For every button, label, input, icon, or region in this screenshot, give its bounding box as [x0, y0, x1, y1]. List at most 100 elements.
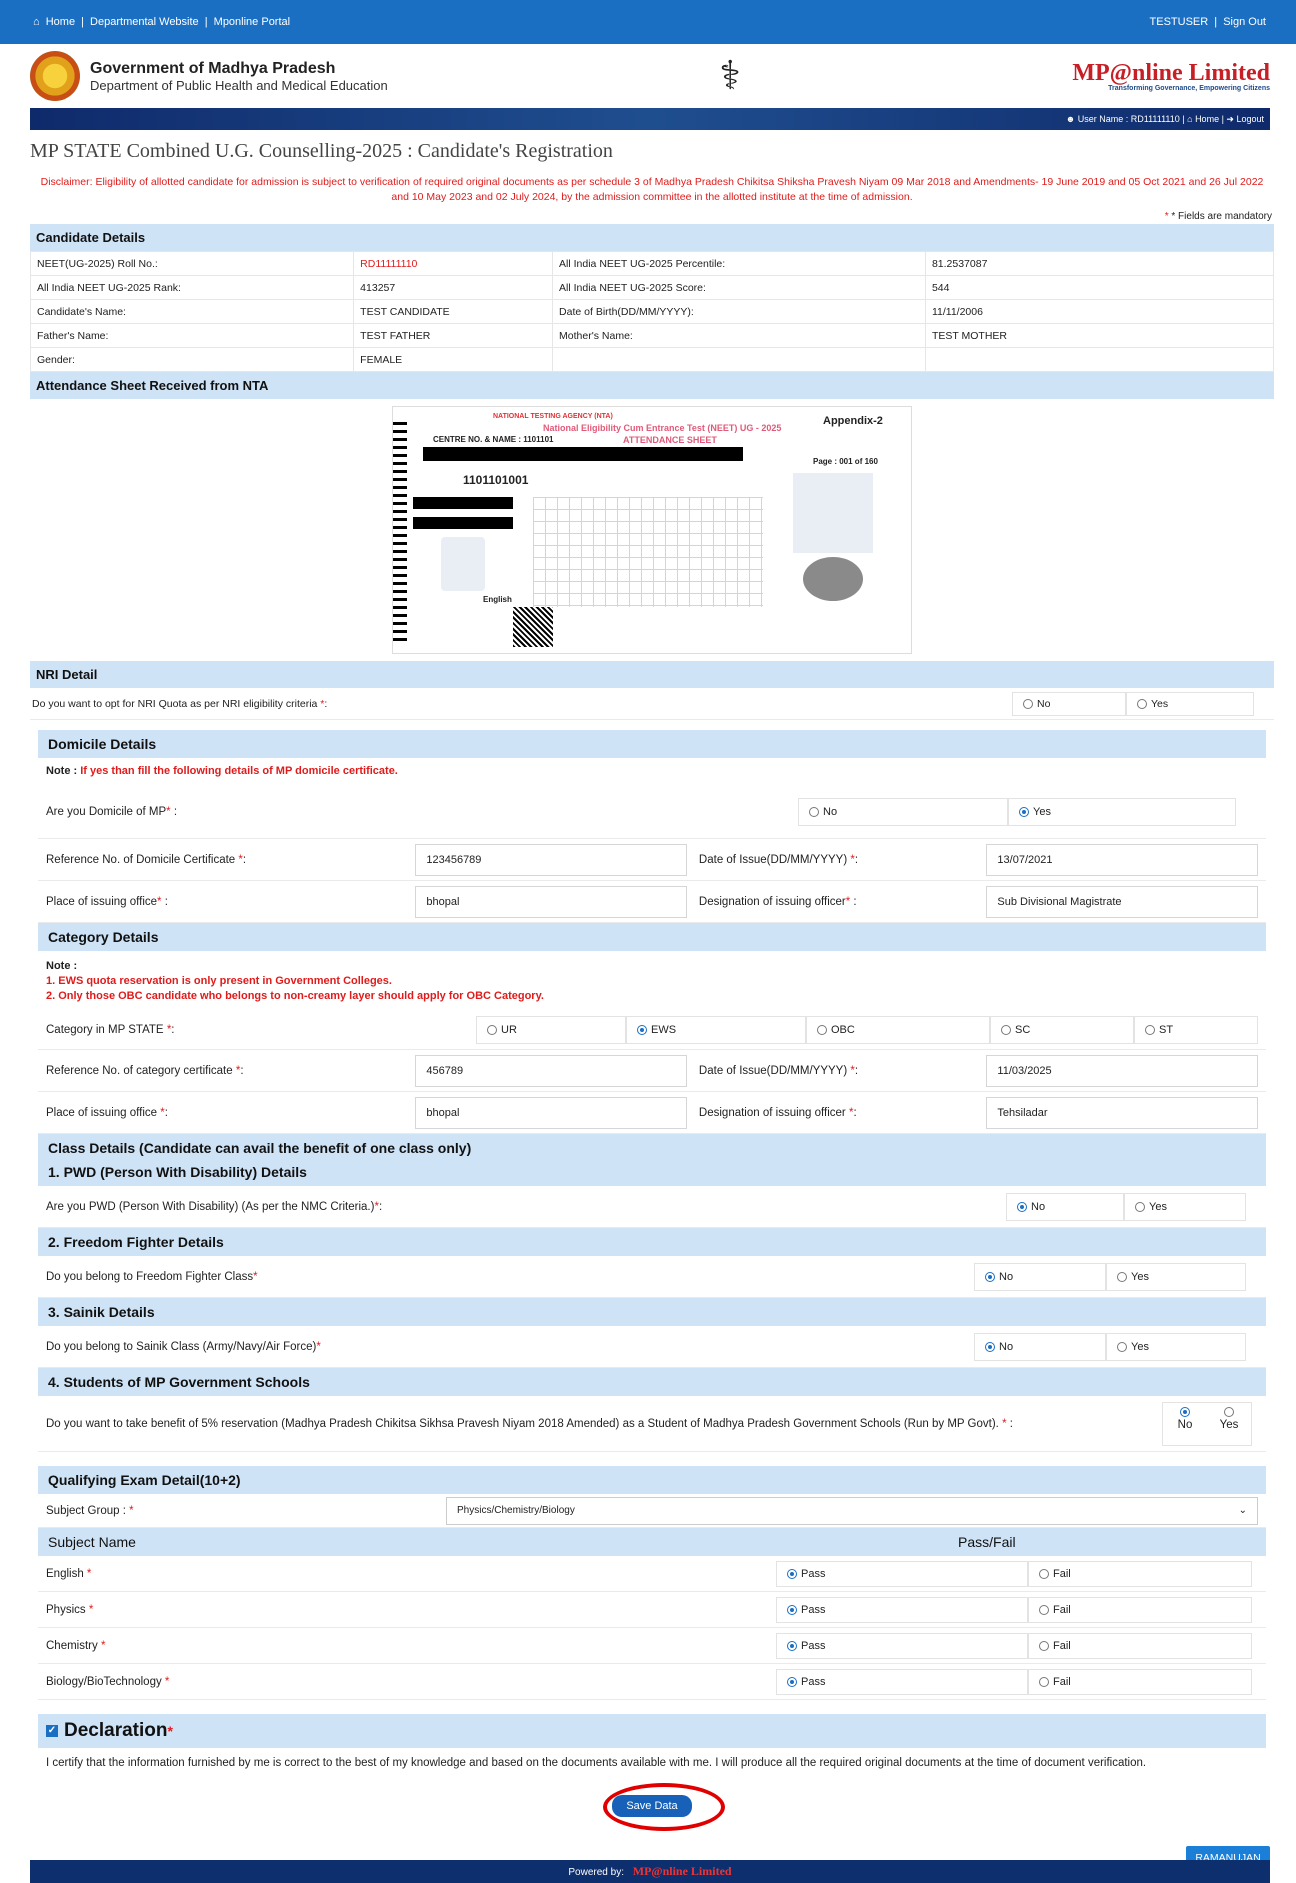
- ff-yes-radio[interactable]: [1117, 1271, 1127, 1282]
- nri-no-option[interactable]: No: [1012, 691, 1126, 716]
- sign-out-link[interactable]: Sign Out: [1223, 16, 1266, 28]
- domicile-heading: Domicile Details: [38, 730, 1266, 758]
- candidate-cell: TEST CANDIDATE: [353, 299, 554, 324]
- pass-option[interactable]: Pass: [776, 1596, 1028, 1623]
- category-option-sc[interactable]: SC: [990, 1015, 1134, 1044]
- domicile-date-input[interactable]: 13/07/2021: [986, 843, 1258, 876]
- domicile-place-row: Place of issuing office* : bhopal Design…: [38, 881, 1266, 923]
- home-nav-link[interactable]: Home: [1195, 114, 1219, 124]
- home-icon: ⌂: [33, 16, 40, 28]
- domicile-designation-input[interactable]: Sub Divisional Magistrate: [986, 885, 1258, 918]
- fail-option[interactable]: Fail: [1028, 1632, 1252, 1659]
- candidate-cell: All India NEET UG-2025 Rank:: [29, 275, 355, 300]
- subject-name: Biology/BioTechnology: [46, 1675, 162, 1688]
- ff-no-option[interactable]: No: [974, 1262, 1106, 1291]
- category-option-obc[interactable]: OBC: [806, 1015, 990, 1044]
- domicile-note: Note : If yes than fill the following de…: [46, 765, 398, 777]
- category-designation-input[interactable]: Tehsiladar: [986, 1096, 1258, 1129]
- sainik-yes-radio[interactable]: [1117, 1341, 1127, 1352]
- fail-option[interactable]: Fail: [1028, 1668, 1252, 1695]
- govt-no-option[interactable]: No: [1163, 1403, 1207, 1445]
- candidate-row: NEET(UG-2025) Roll No.: RD11111110 All Ind…: [29, 251, 1275, 276]
- pass-radio[interactable]: [787, 1568, 797, 1579]
- subject-row: Biology/BioTechnology * Pass Fail: [38, 1664, 1266, 1700]
- domicile-place-input[interactable]: bhopal: [415, 885, 687, 918]
- nri-yes-option[interactable]: Yes: [1126, 691, 1254, 716]
- domicile-section: Domicile Details Note : If yes than fill…: [38, 730, 1266, 1831]
- govt-school-options: No Yes: [1162, 1401, 1252, 1446]
- govt-no-radio[interactable]: [1180, 1407, 1190, 1418]
- nri-heading: NRI Detail: [30, 661, 1274, 688]
- powered-by-label: Powered by:: [568, 1867, 624, 1878]
- ff-no-radio[interactable]: [985, 1271, 995, 1282]
- nri-no-radio[interactable]: [1023, 698, 1033, 709]
- pwd-yes-option[interactable]: Yes: [1124, 1192, 1246, 1221]
- dept-title: Department of Public Health and Medical …: [90, 77, 388, 93]
- logout-link[interactable]: Logout: [1236, 114, 1264, 124]
- fail-radio[interactable]: [1039, 1676, 1049, 1687]
- domicile-no-option[interactable]: No: [798, 797, 1008, 826]
- pass-option[interactable]: Pass: [776, 1668, 1028, 1695]
- domicile-yes-option[interactable]: Yes: [1008, 797, 1236, 826]
- departmental-website-link[interactable]: Departmental Website: [90, 16, 199, 28]
- subject-name-header: Subject Name: [48, 1534, 136, 1550]
- pwd-yes-radio[interactable]: [1135, 1201, 1145, 1212]
- subject-group-row: Subject Group : * Physics/Chemistry/Biol…: [38, 1494, 1266, 1528]
- freedom-fighter-heading: 2. Freedom Fighter Details: [38, 1228, 1266, 1256]
- home-icon: ⌂: [1187, 114, 1196, 124]
- nri-row: Do you want to opt for NRI Quota as per …: [30, 688, 1274, 720]
- category-radio-sc[interactable]: [1001, 1024, 1011, 1035]
- sainik-no-option[interactable]: No: [974, 1332, 1106, 1361]
- nri-yes-radio[interactable]: [1137, 698, 1147, 709]
- pass-radio[interactable]: [787, 1604, 797, 1615]
- pass-option[interactable]: Pass: [776, 1632, 1028, 1659]
- candidate-cell: All India NEET UG-2025 Percentile:: [552, 251, 926, 276]
- highlight-circle: [603, 1783, 725, 1831]
- candidate-cell: 544: [924, 275, 1275, 300]
- disclaimer: Disclaimer: Eligibility of allotted cand…: [40, 176, 1264, 203]
- domicile-no-radio[interactable]: [809, 806, 819, 817]
- user-nav-strip: ☻ User Name : RD11111110 | ⌂ Home | ➜ Lo…: [30, 108, 1270, 130]
- category-option-ews[interactable]: EWS: [626, 1015, 806, 1044]
- category-option-st[interactable]: ST: [1134, 1015, 1258, 1044]
- pass-radio[interactable]: [787, 1640, 797, 1651]
- pass-radio[interactable]: [787, 1676, 797, 1687]
- fail-option[interactable]: Fail: [1028, 1560, 1252, 1587]
- candidate-row: Gender: FEMALE: [29, 347, 1275, 372]
- category-radio-st[interactable]: [1145, 1024, 1155, 1035]
- category-radio-ur[interactable]: [487, 1024, 497, 1035]
- category-option-ur[interactable]: UR: [476, 1015, 626, 1044]
- subject-group-select[interactable]: Physics/Chemistry/Biology ⌄: [446, 1496, 1258, 1525]
- govt-yes-option[interactable]: Yes: [1207, 1403, 1251, 1445]
- domicile-yes-radio[interactable]: [1019, 806, 1029, 817]
- attendance-sheet: NATIONAL TESTING AGENCY (NTA) National E…: [392, 406, 912, 654]
- category-radio-obc[interactable]: [817, 1024, 827, 1035]
- fail-option[interactable]: Fail: [1028, 1596, 1252, 1623]
- pwd-no-option[interactable]: No: [1006, 1192, 1124, 1221]
- fail-radio[interactable]: [1039, 1604, 1049, 1615]
- mponline-portal-link[interactable]: Mponline Portal: [214, 16, 290, 28]
- user-icon: ☻: [1065, 114, 1078, 124]
- ff-yes-option[interactable]: Yes: [1106, 1262, 1246, 1291]
- category-date-input[interactable]: 11/03/2025: [986, 1054, 1258, 1087]
- pwd-no-radio[interactable]: [1017, 1201, 1027, 1212]
- category-radio-ews[interactable]: [637, 1024, 647, 1035]
- fail-radio[interactable]: [1039, 1640, 1049, 1651]
- sainik-no-radio[interactable]: [985, 1341, 995, 1352]
- candidate-cell: [924, 347, 1275, 372]
- pass-option[interactable]: Pass: [776, 1560, 1028, 1587]
- domicile-ref-input[interactable]: 123456789: [415, 843, 687, 876]
- category-ref-input[interactable]: 456789: [415, 1054, 687, 1087]
- sainik-yes-option[interactable]: Yes: [1106, 1332, 1246, 1361]
- subject-name: Chemistry: [46, 1639, 98, 1652]
- category-place-input[interactable]: bhopal: [415, 1096, 687, 1129]
- declaration-checkbox[interactable]: ✓: [46, 1725, 58, 1737]
- home-link[interactable]: Home: [46, 16, 75, 28]
- sainik-row: Do you belong to Sainik Class (Army/Navy…: [38, 1326, 1266, 1368]
- gov-title: Government of Madhya Pradesh: [90, 59, 336, 77]
- user-link[interactable]: TESTUSER: [1150, 16, 1209, 28]
- candidate-details-heading: Candidate Details: [30, 224, 1274, 251]
- subject-list: English * Pass Fail Physics * Pass Fail Chemis…: [38, 1556, 1266, 1700]
- govt-yes-radio[interactable]: [1224, 1407, 1234, 1418]
- fail-radio[interactable]: [1039, 1568, 1049, 1579]
